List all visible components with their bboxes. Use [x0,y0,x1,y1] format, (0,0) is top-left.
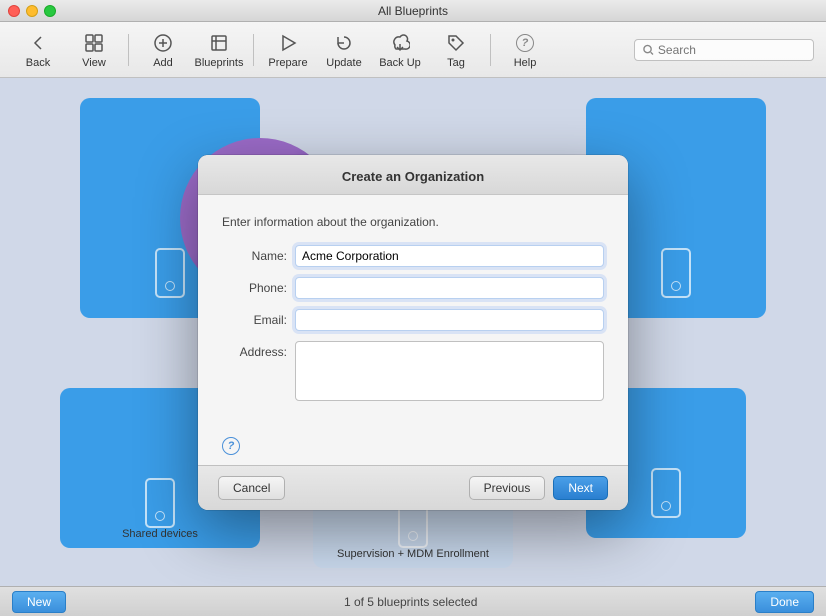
address-row: Address: [222,341,604,401]
email-input[interactable] [295,309,604,331]
view-label: View [82,57,106,69]
window-title: All Blueprints [378,4,448,18]
next-button[interactable]: Next [553,476,608,500]
email-row: Email: [222,309,604,331]
name-label: Name: [222,245,287,263]
dialog-overlay: Create an Organization Enter information… [0,78,826,586]
maximize-button[interactable] [44,5,56,17]
tag-label: Tag [447,57,465,69]
minimize-button[interactable] [26,5,38,17]
main-content: Shared devices Supervision + MDM Enrollm… [0,78,826,586]
back-button[interactable]: Back [12,28,64,72]
tag-button[interactable]: Tag [430,28,482,72]
tag-icon [444,31,468,55]
toolbar: Back View Add Blueprints Prepare Update [0,22,826,78]
update-icon [332,31,356,55]
help-button[interactable]: ? Help [499,28,551,72]
search-input[interactable] [658,43,805,57]
traffic-lights [8,5,56,17]
blueprints-button[interactable]: Blueprints [193,28,245,72]
view-icon [82,31,106,55]
backup-icon [388,31,412,55]
name-input[interactable] [295,245,604,267]
help-icon: ? [513,31,537,55]
done-button[interactable]: Done [755,591,814,613]
new-button[interactable]: New [12,591,66,613]
backup-button[interactable]: Back Up [374,28,426,72]
prepare-button[interactable]: Prepare [262,28,314,72]
back-label: Back [26,57,50,69]
toolbar-separator-1 [128,34,129,66]
update-button[interactable]: Update [318,28,370,72]
address-input[interactable] [295,341,604,401]
backup-label: Back Up [379,57,421,69]
prepare-label: Prepare [268,57,307,69]
add-button[interactable]: Add [137,28,189,72]
status-bar: New 1 of 5 blueprints selected Done [0,586,826,616]
help-label: Help [514,57,537,69]
dialog-footer: Cancel Previous Next [198,465,628,510]
footer-right-buttons: Previous Next [469,476,608,500]
name-row: Name: [222,245,604,267]
close-button[interactable] [8,5,20,17]
blueprints-label: Blueprints [195,57,244,69]
address-label: Address: [222,341,287,359]
dialog-help-area: ? [198,431,628,465]
blueprints-icon [207,31,231,55]
phone-label: Phone: [222,277,287,295]
dialog-title: Create an Organization [342,169,484,184]
status-text: 1 of 5 blueprints selected [344,595,477,609]
phone-row: Phone: [222,277,604,299]
dialog-title-bar: Create an Organization [198,155,628,195]
dialog-intro: Enter information about the organization… [222,215,604,229]
update-label: Update [326,57,361,69]
toolbar-separator-2 [253,34,254,66]
help-question-icon[interactable]: ? [222,437,240,455]
previous-button[interactable]: Previous [469,476,546,500]
create-organization-dialog: Create an Organization Enter information… [198,155,628,510]
dialog-body: Enter information about the organization… [198,195,628,431]
phone-input[interactable] [295,277,604,299]
add-label: Add [153,57,173,69]
view-button[interactable]: View [68,28,120,72]
add-icon [151,31,175,55]
title-bar: All Blueprints [0,0,826,22]
back-icon [26,31,50,55]
email-label: Email: [222,309,287,327]
cancel-button[interactable]: Cancel [218,476,285,500]
search-icon [643,44,654,56]
toolbar-separator-3 [490,34,491,66]
search-box[interactable] [634,39,814,61]
prepare-icon [276,31,300,55]
